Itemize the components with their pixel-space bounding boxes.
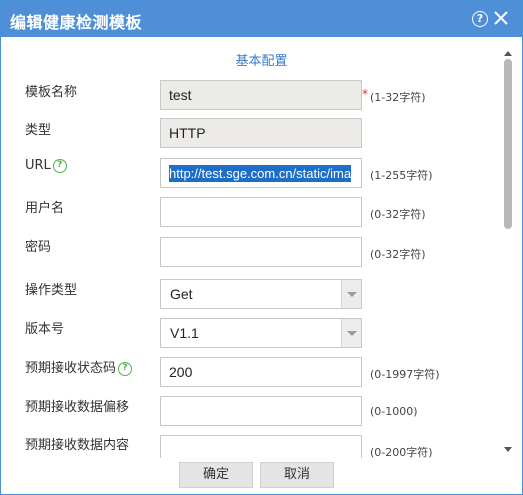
status-code-hint: (0-1997字符) [370,368,440,381]
operation-type-select[interactable]: Get [160,279,362,309]
password-label: 密码 [25,240,52,255]
help-icon[interactable]: ? [472,11,488,27]
recv-offset-label: 预期接收数据偏移 [25,400,130,415]
template-name-hint: (1-32字符) [370,91,426,104]
ok-button[interactable]: 确定 [179,462,253,488]
operation-type-value: Get [170,286,193,302]
url-field[interactable]: http://test.sge.com.cn/static/ima [160,158,362,188]
username-field[interactable] [160,197,362,227]
edit-health-check-template-dialog: 编辑健康检测模板 ? 基本配置 模板名称 test * (1-32字符) 类型 … [0,0,523,495]
recv-offset-hint: (0-1000) [370,405,418,418]
close-icon[interactable] [492,9,510,27]
status-code-label-group: 预期接收状态码? [25,357,133,376]
username-hint: (0-32字符) [370,208,426,221]
status-code-help-icon[interactable]: ? [118,361,133,376]
recv-content-label: 预期接收数据内容 [25,438,130,453]
username-label: 用户名 [25,201,65,216]
dialog-title: 编辑健康检测模板 [10,13,143,32]
section-title-basic-config: 基本配置 [235,54,288,69]
status-code-label: 预期接收状态码 [25,361,117,376]
operation-type-label: 操作类型 [25,283,78,298]
url-label: URL [25,158,51,173]
url-help-icon[interactable]: ? [52,158,67,173]
chevron-down-icon[interactable] [341,280,361,308]
type-field: HTTP [160,118,362,148]
type-label: 类型 [25,123,52,138]
vertical-scrollbar[interactable] [501,51,515,459]
status-code-field[interactable]: 200 [160,357,362,387]
url-hint: (1-255字符) [370,169,433,182]
scroll-up-arrow-icon[interactable] [504,51,512,56]
version-select[interactable]: V1.1 [160,318,362,348]
template-name-field[interactable]: test [160,80,362,110]
template-name-label: 模板名称 [25,85,78,100]
url-label-group: URL? [25,158,67,173]
version-label: 版本号 [25,322,65,337]
url-field-value: http://test.sge.com.cn/static/ima [169,165,352,182]
password-field[interactable] [160,237,362,267]
version-value: V1.1 [170,325,199,341]
cancel-button[interactable]: 取消 [260,462,334,488]
dialog-footer: 确定 取消 [1,458,522,494]
scrollbar-thumb[interactable] [504,59,512,229]
dialog-titlebar: 编辑健康检测模板 ? [1,1,522,37]
chevron-down-icon[interactable] [341,319,361,347]
scroll-down-arrow-icon[interactable] [504,447,512,452]
recv-offset-field[interactable] [160,396,362,426]
password-hint: (0-32字符) [370,248,426,261]
required-asterisk: * [362,87,368,101]
